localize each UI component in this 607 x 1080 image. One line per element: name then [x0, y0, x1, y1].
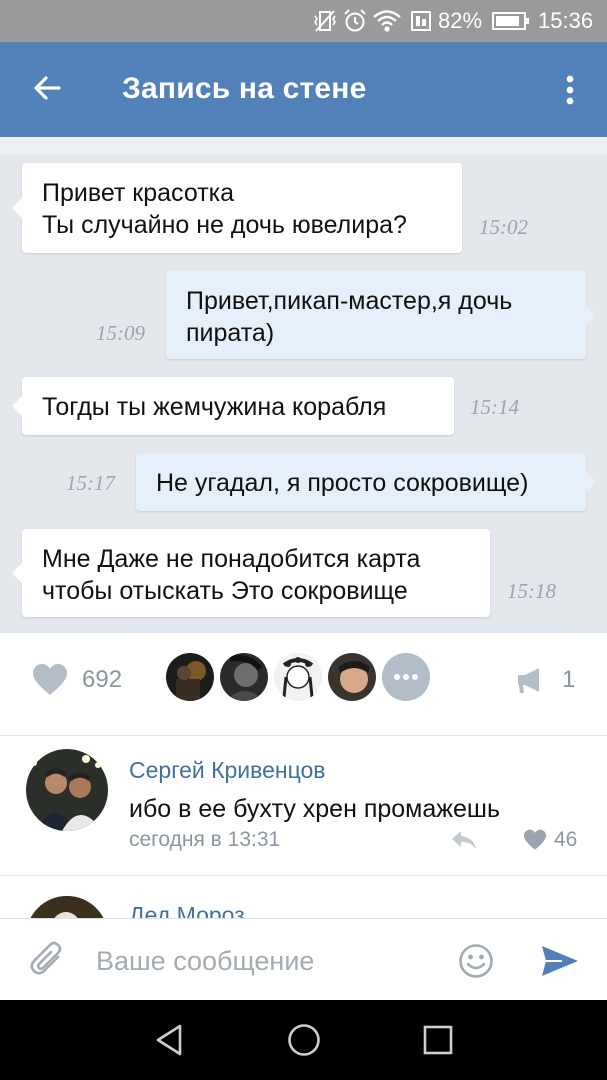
message-time: 15:02	[479, 215, 528, 239]
avatar[interactable]	[220, 653, 268, 701]
message-text: Привет,пикап-мастер,я дочь пирата)	[186, 287, 513, 347]
paperclip-icon[interactable]	[30, 941, 66, 979]
app-bar: Запись на стене	[0, 42, 607, 137]
message-composer	[0, 918, 607, 1000]
avatar[interactable]	[26, 749, 108, 831]
battery-icon	[492, 0, 530, 42]
alarm-icon	[342, 0, 368, 42]
more-vertical-icon[interactable]	[556, 70, 584, 110]
smiley-icon[interactable]	[458, 943, 494, 979]
vibrate-icon	[312, 0, 338, 42]
message-bubble: Привет,пикап-мастер,я дочь пирата)	[166, 271, 596, 359]
more-likers-button[interactable]	[382, 653, 430, 701]
message-time: 15:18	[507, 579, 556, 603]
message-text: Привет красотка Ты случайно не дочь ювел…	[42, 179, 407, 239]
nav-back-icon[interactable]	[150, 1020, 190, 1060]
send-icon[interactable]	[540, 944, 580, 978]
message-time: 15:14	[470, 395, 519, 419]
message-text: Тогды ты жемчужина корабля	[42, 393, 387, 421]
message-time: 15:09	[96, 321, 145, 345]
avatar[interactable]	[328, 653, 376, 701]
reactions-bar: 692 1	[0, 633, 607, 728]
system-nav-bar	[0, 1000, 607, 1080]
message-time: 15:17	[66, 471, 115, 495]
heart-icon[interactable]	[32, 663, 68, 697]
message-bubble: Привет красотка Ты случайно не дочь ювел…	[12, 163, 462, 253]
clock: 15:36	[538, 8, 594, 33]
avatar[interactable]	[166, 653, 214, 701]
likes-count[interactable]: 692	[82, 666, 122, 694]
next-bubble-edge	[128, 625, 568, 633]
wifi-icon	[372, 0, 402, 42]
message-input[interactable]	[96, 941, 436, 981]
comment-likes-count[interactable]: 46	[554, 828, 577, 852]
message-text: Мне Даже не понадобится карта чтобы отыс…	[42, 545, 421, 605]
page-title: Запись на стене	[122, 72, 367, 105]
shares-count[interactable]: 1	[562, 666, 575, 694]
comment-item[interactable]: Сергей Кривенцов ибо в ее бухту хрен про…	[0, 735, 607, 875]
comment-text: ибо в ее бухту хрен промажешь	[129, 795, 500, 823]
message-bubble: Не угадал, я просто сокровище)	[136, 453, 596, 511]
status-bar: 82% 15:36	[0, 0, 607, 42]
message-text: Не угадал, я просто сокровище)	[156, 469, 529, 497]
comment-item[interactable]: Дед Мороз	[0, 876, 607, 918]
message-bubble: Тогды ты жемчужина корабля	[12, 377, 454, 435]
back-arrow-icon[interactable]	[28, 68, 68, 108]
comment-author[interactable]: Дед Мороз	[129, 902, 245, 918]
nav-home-icon[interactable]	[284, 1020, 324, 1060]
message-bubble: Мне Даже не понадобится карта чтобы отыс…	[12, 529, 490, 617]
megaphone-icon[interactable]	[515, 664, 547, 696]
reply-icon[interactable]	[450, 828, 478, 852]
post-image-chat-screenshot[interactable]: Привет красотка Ты случайно не дочь ювел…	[0, 137, 607, 633]
sim-icon	[408, 0, 434, 42]
chat-top-strip	[0, 137, 607, 155]
heart-icon[interactable]	[523, 829, 547, 851]
nav-recents-icon[interactable]	[418, 1020, 458, 1060]
battery-percent: 82%	[438, 8, 483, 33]
avatar[interactable]	[274, 653, 322, 701]
avatar[interactable]	[26, 896, 108, 918]
comment-date: сегодня в 13:31	[129, 828, 281, 851]
comment-author[interactable]: Сергей Кривенцов	[129, 757, 326, 784]
